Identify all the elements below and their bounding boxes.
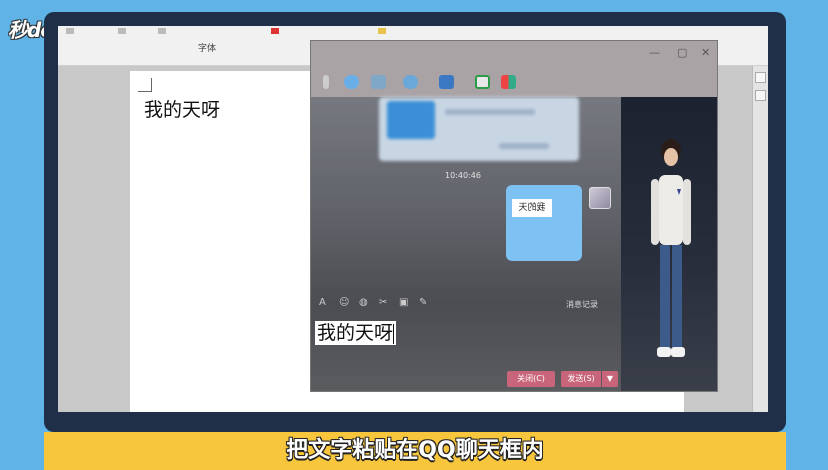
chat-bubble[interactable]: 我的天 [506, 185, 582, 261]
qq-message-area[interactable]: 10:40:46 我的天 A ☺ ◍ ✂ ▣ ✎ 消息记录 我的天呀 关闭(C)… [311, 97, 621, 391]
chat-input-text: 我的天呀 [317, 322, 394, 344]
avatar[interactable] [589, 187, 611, 209]
scroll-up-button[interactable] [755, 72, 766, 83]
highlight-icon[interactable] [378, 28, 386, 34]
ribbon-icon[interactable] [66, 28, 74, 34]
close-button[interactable]: 关闭(C) [507, 371, 555, 387]
invite-icon[interactable] [475, 75, 490, 89]
caption-text: 把文字粘贴在QQ聊天框内 [286, 438, 544, 463]
character-figure [651, 139, 691, 357]
minimize-icon[interactable]: — [649, 46, 660, 59]
ribbon-icon[interactable] [158, 28, 166, 34]
page-margin-mark [138, 78, 152, 92]
image-icon[interactable]: ▣ [399, 297, 408, 308]
chat-input[interactable]: 我的天呀 [315, 321, 397, 345]
qq-title-bar[interactable]: — ▢ ✕ [311, 41, 717, 97]
ribbon-group-font: 字体 [198, 44, 217, 54]
font-color-icon[interactable] [271, 28, 279, 34]
scroll-button[interactable] [755, 90, 766, 101]
send-button[interactable]: 发送(S) [561, 371, 601, 387]
vertical-scrollbar[interactable] [752, 66, 768, 412]
toolbar-icon[interactable] [371, 75, 386, 89]
card-thumbnail [387, 101, 435, 139]
text-caret [393, 324, 395, 344]
toolbar-icon[interactable] [344, 75, 359, 89]
qq-chat-window: — ▢ ✕ 10:40:46 我的天 A ☺ ◍ ✂ ▣ ✎ 消息记录 我的天呀… [310, 40, 718, 392]
close-icon[interactable]: ✕ [701, 46, 710, 59]
gif-icon[interactable]: ◍ [359, 297, 368, 308]
bubble-text: 我的天 [512, 199, 552, 217]
toolbar-icon[interactable] [323, 75, 329, 89]
edit-icon[interactable]: ✎ [419, 297, 427, 308]
send-options-button[interactable]: ▼ [602, 371, 618, 387]
app-icon[interactable] [501, 75, 516, 89]
screenshot-icon[interactable] [439, 75, 454, 89]
toolbar-icon[interactable] [403, 75, 418, 89]
document-text[interactable]: 我的天呀 [144, 95, 220, 122]
scissors-icon[interactable]: ✂ [379, 297, 387, 308]
ribbon-icon[interactable] [118, 28, 126, 34]
shared-card-message[interactable] [379, 97, 579, 161]
emoji-icon[interactable]: ☺ [339, 297, 349, 308]
message-timestamp: 10:40:46 [445, 171, 481, 180]
history-link[interactable]: 消息记录 [566, 299, 598, 310]
qq-side-panel [621, 97, 717, 391]
maximize-icon[interactable]: ▢ [677, 46, 687, 59]
font-icon[interactable]: A [319, 297, 326, 308]
caption-bar: 把文字粘贴在QQ聊天框内 [44, 432, 786, 470]
desktop-screen: 字体 我的天呀 — ▢ ✕ 10:40:46 我的天 A ☺ ◍ ✂ ▣ ✎ 消… [58, 26, 768, 412]
